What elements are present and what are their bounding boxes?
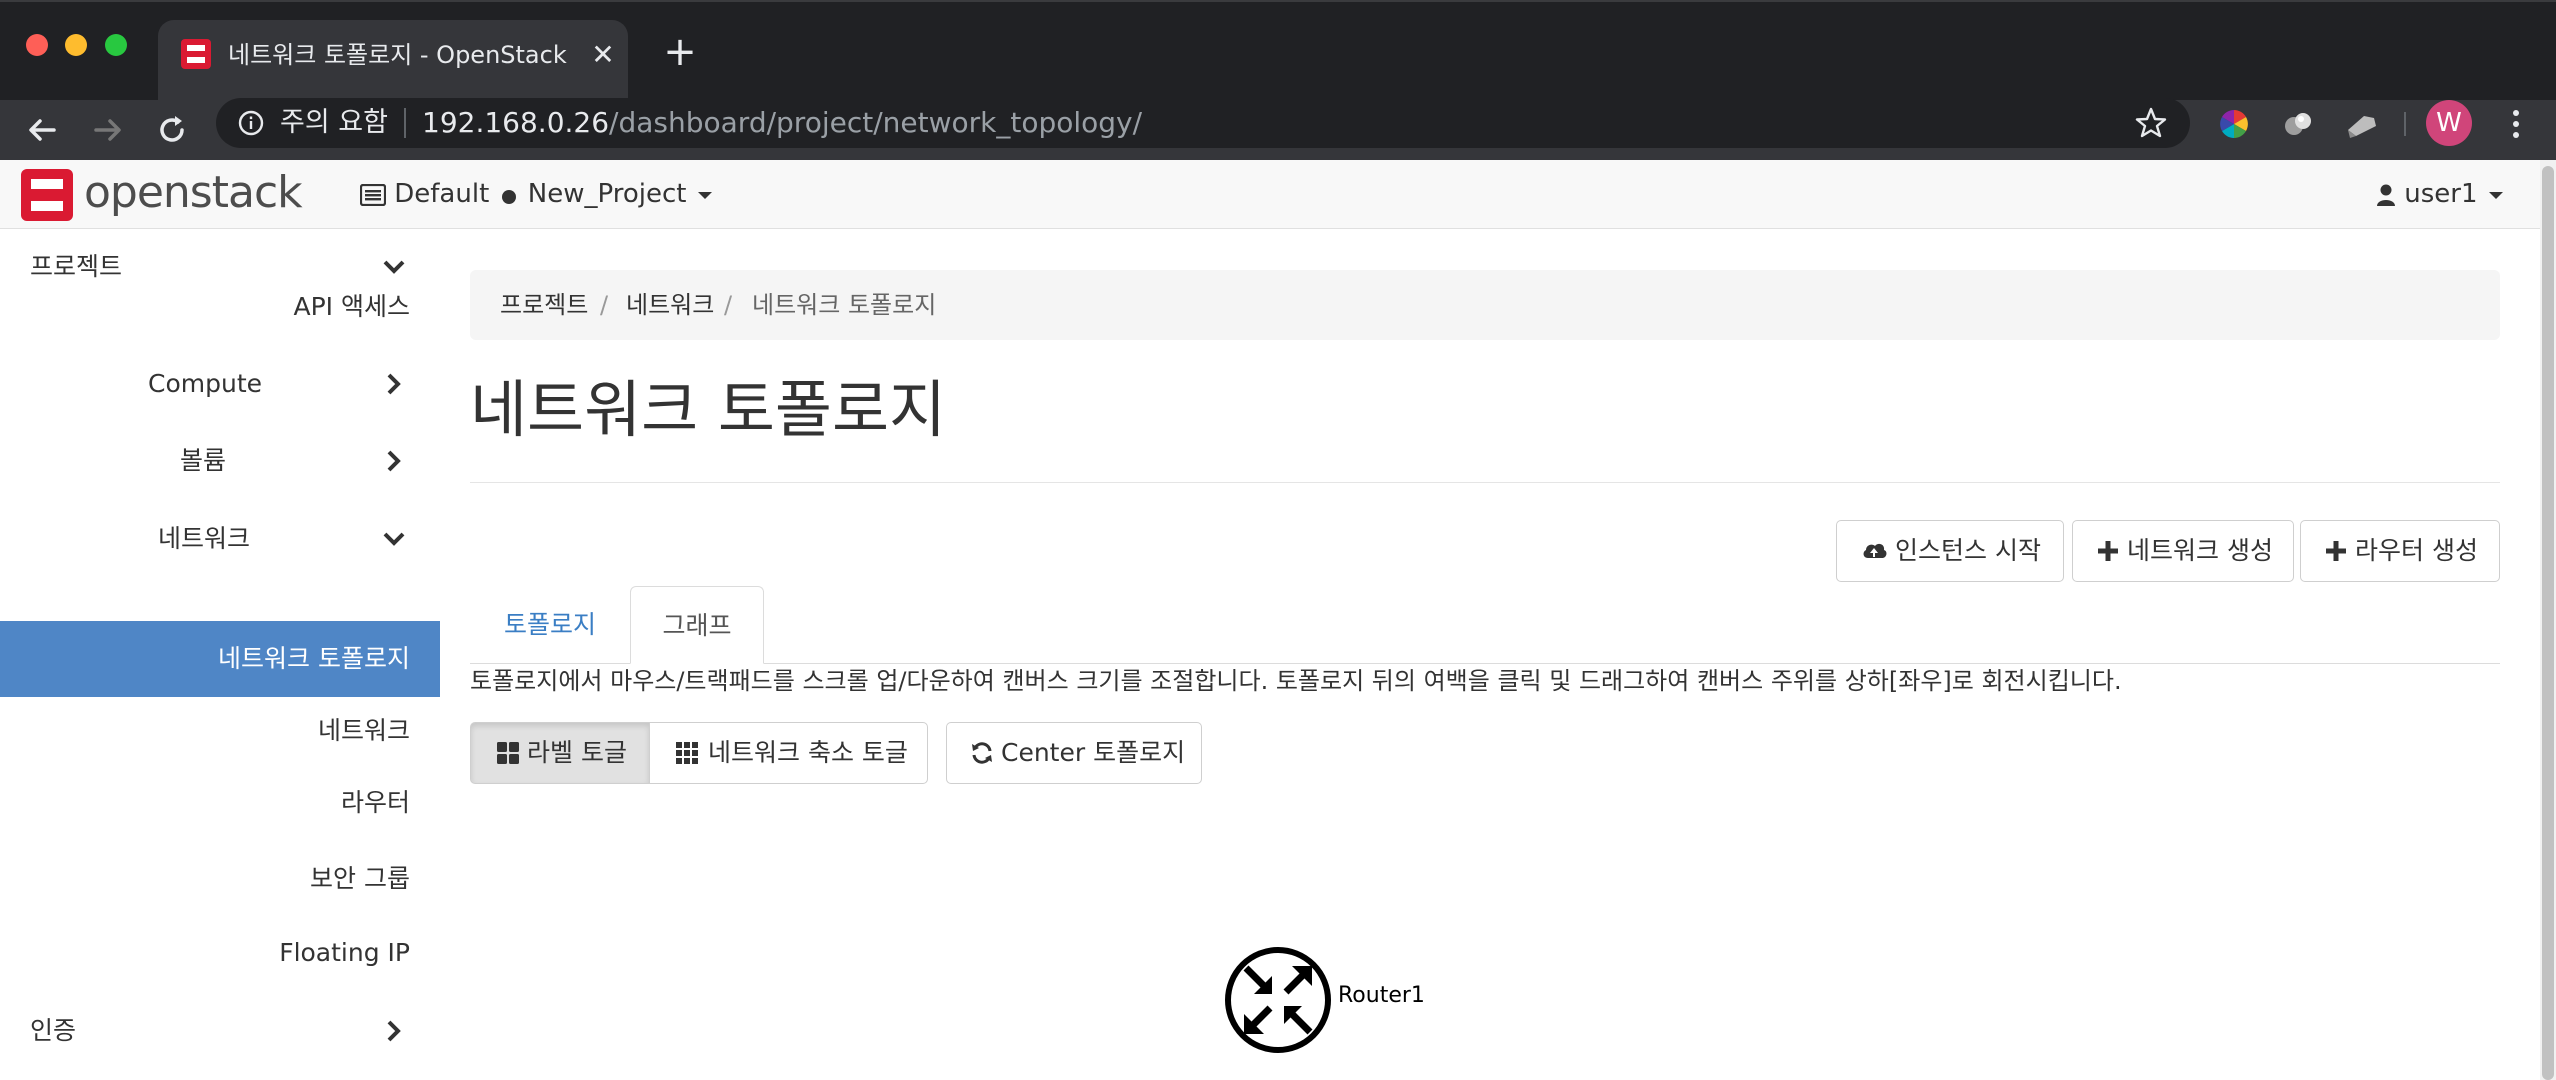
browser-menu-dots-icon[interactable] xyxy=(2506,106,2526,142)
browser-tabstrip: 네트워크 토폴로지 - OpenStack Da ✕ + xyxy=(0,0,2556,102)
window-close-button[interactable] xyxy=(26,34,48,56)
browser-tab-title: 네트워크 토폴로지 - OpenStack Da xyxy=(228,41,568,69)
sidebar-item-label: 인증 xyxy=(30,1016,77,1045)
plus-icon xyxy=(2098,541,2118,561)
toggle-labels-label: 라벨 토글 xyxy=(527,738,627,767)
not-secure-label: 주의 요함 xyxy=(280,107,388,138)
forward-arrow-icon[interactable] xyxy=(88,110,128,150)
openstack-navbar: openstack Default New_Project user1 xyxy=(0,160,2540,229)
tab-close-icon[interactable]: ✕ xyxy=(586,38,620,72)
refresh-icon xyxy=(972,742,992,764)
router-label: Router1 xyxy=(1338,983,1425,1008)
launch-instance-button[interactable]: 인스턴스 시작 xyxy=(1836,520,2064,582)
caret-down-icon xyxy=(697,191,712,199)
window-zoom-button[interactable] xyxy=(105,34,127,56)
tab-topology[interactable]: 토폴로지 xyxy=(470,586,630,664)
sidebar-item-label: 네트워크 xyxy=(317,716,410,745)
sidebar-item-security-groups[interactable]: 보안 그룹 xyxy=(0,841,440,917)
url-host: 192.168.0.26 xyxy=(422,106,610,139)
window-minimize-button[interactable] xyxy=(65,34,87,56)
new-tab-plus-icon[interactable]: + xyxy=(660,32,700,72)
sidebar-item-label: Floating IP xyxy=(279,938,410,967)
toggle-labels-button[interactable]: 라벨 토글 xyxy=(470,722,650,784)
title-divider xyxy=(470,482,2500,483)
breadcrumb-network[interactable]: 네트워크 xyxy=(626,270,714,340)
username: user1 xyxy=(2404,179,2478,209)
info-icon[interactable] xyxy=(238,110,264,136)
page-title: 네트워크 토폴로지 xyxy=(470,373,947,446)
cloud-upload-icon xyxy=(1863,543,1887,558)
separator-dot-icon xyxy=(501,189,516,204)
toggle-network-collapse-label: 네트워크 축소 토글 xyxy=(708,738,908,767)
profile-avatar[interactable]: W xyxy=(2426,100,2472,146)
sidebar-item-label: 라우터 xyxy=(340,788,410,817)
url-path: /dashboard/project/network_topology/ xyxy=(609,106,1143,139)
openstack-favicon-icon xyxy=(181,39,211,69)
breadcrumb: 프로젝트 / 네트워크 / 네트워크 토폴로지 xyxy=(470,270,2500,340)
openstack-logo-icon[interactable] xyxy=(20,168,74,222)
domain-name: Default xyxy=(394,179,490,209)
caret-down-icon xyxy=(2488,191,2503,199)
project-name: New_Project xyxy=(527,179,687,209)
create-router-label: 라우터 생성 xyxy=(2355,536,2478,565)
sidebar-item-api-access[interactable]: API 액세스 xyxy=(0,269,440,345)
tab-graph[interactable]: 그래프 xyxy=(630,586,764,664)
plus-icon xyxy=(2326,541,2346,561)
toggle-network-collapse-button[interactable]: 네트워크 축소 토글 xyxy=(649,722,928,784)
url-text[interactable]: 192.168.0.26/dashboard/project/network_t… xyxy=(422,104,1142,142)
sidebar-item-networks[interactable]: 네트워크 xyxy=(0,693,440,769)
th-icon xyxy=(676,742,698,764)
bookmark-star-icon[interactable] xyxy=(2134,106,2168,140)
server-list-icon xyxy=(360,183,386,206)
breadcrumb-project[interactable]: 프로젝트 xyxy=(500,270,588,340)
reload-icon[interactable] xyxy=(152,110,192,150)
sidebar-item-network[interactable]: 네트워크 xyxy=(0,501,440,577)
sidebar: 프로젝트 API 액세스 Compute 볼륨 네트워크 네트워크 토폴로지 네… xyxy=(0,229,440,1080)
toolbar-divider xyxy=(2404,112,2406,136)
sidebar-item-label: 보안 그룹 xyxy=(310,864,410,893)
create-network-button[interactable]: 네트워크 생성 xyxy=(2072,520,2294,582)
create-router-button[interactable]: 라우터 생성 xyxy=(2300,520,2500,582)
sidebar-item-identity[interactable]: 인증 xyxy=(0,993,440,1069)
chevron-right-icon xyxy=(387,373,401,395)
breadcrumb-current: 네트워크 토폴로지 xyxy=(752,291,937,319)
th-large-icon xyxy=(497,742,519,764)
user-icon xyxy=(2377,184,2395,206)
sidebar-item-compute[interactable]: Compute xyxy=(0,346,440,422)
sidebar-item-routers[interactable]: 라우터 xyxy=(0,765,440,841)
router-node-icon[interactable] xyxy=(1224,946,1332,1054)
user-menu[interactable]: user1 xyxy=(2376,174,2506,214)
sidebar-item-floating-ip[interactable]: Floating IP xyxy=(0,915,440,991)
back-arrow-icon[interactable] xyxy=(22,110,62,150)
sidebar-item-label: 네트워크 xyxy=(158,524,251,553)
sidebar-item-network-topology[interactable]: 네트워크 토폴로지 xyxy=(0,621,440,697)
chevron-down-icon xyxy=(383,532,405,546)
address-bar[interactable]: 주의 요함 192.168.0.26/dashboard/project/net… xyxy=(216,98,2190,148)
sidebar-item-label: 볼륨 xyxy=(180,446,227,475)
topology-help-text: 토폴로지에서 마우스/트랙패드를 스크롤 업/다운하여 캔버스 크기를 조절합니… xyxy=(470,667,2122,695)
page-scrollbar-thumb[interactable] xyxy=(2542,166,2554,1080)
sidebar-item-label: 네트워크 토폴로지 xyxy=(218,644,410,673)
center-topology-button[interactable]: Center 토폴로지 xyxy=(946,722,1202,784)
breadcrumb-separator: / xyxy=(600,291,609,319)
launch-instance-label: 인스턴스 시작 xyxy=(1895,536,2041,565)
project-selector[interactable]: Default New_Project xyxy=(360,174,715,214)
openstack-wordmark[interactable]: openstack xyxy=(84,164,303,222)
breadcrumb-separator: / xyxy=(724,291,733,319)
sidebar-item-label: Compute xyxy=(148,369,263,398)
sidebar-item-volumes[interactable]: 볼륨 xyxy=(0,423,440,499)
chevron-right-icon xyxy=(387,1020,401,1042)
center-topology-label: Center 토폴로지 xyxy=(1001,738,1186,767)
color-wheel-extension-icon[interactable] xyxy=(2216,106,2252,142)
camera-extension-icon[interactable] xyxy=(2344,106,2380,142)
omnibox-divider xyxy=(404,108,406,138)
chevron-right-icon xyxy=(387,450,401,472)
browser-tab-active[interactable]: 네트워크 토폴로지 - OpenStack Da ✕ xyxy=(158,20,628,102)
create-network-label: 네트워크 생성 xyxy=(2127,536,2273,565)
spheres-extension-icon[interactable] xyxy=(2280,106,2316,142)
sidebar-item-label: API 액세스 xyxy=(293,292,411,321)
